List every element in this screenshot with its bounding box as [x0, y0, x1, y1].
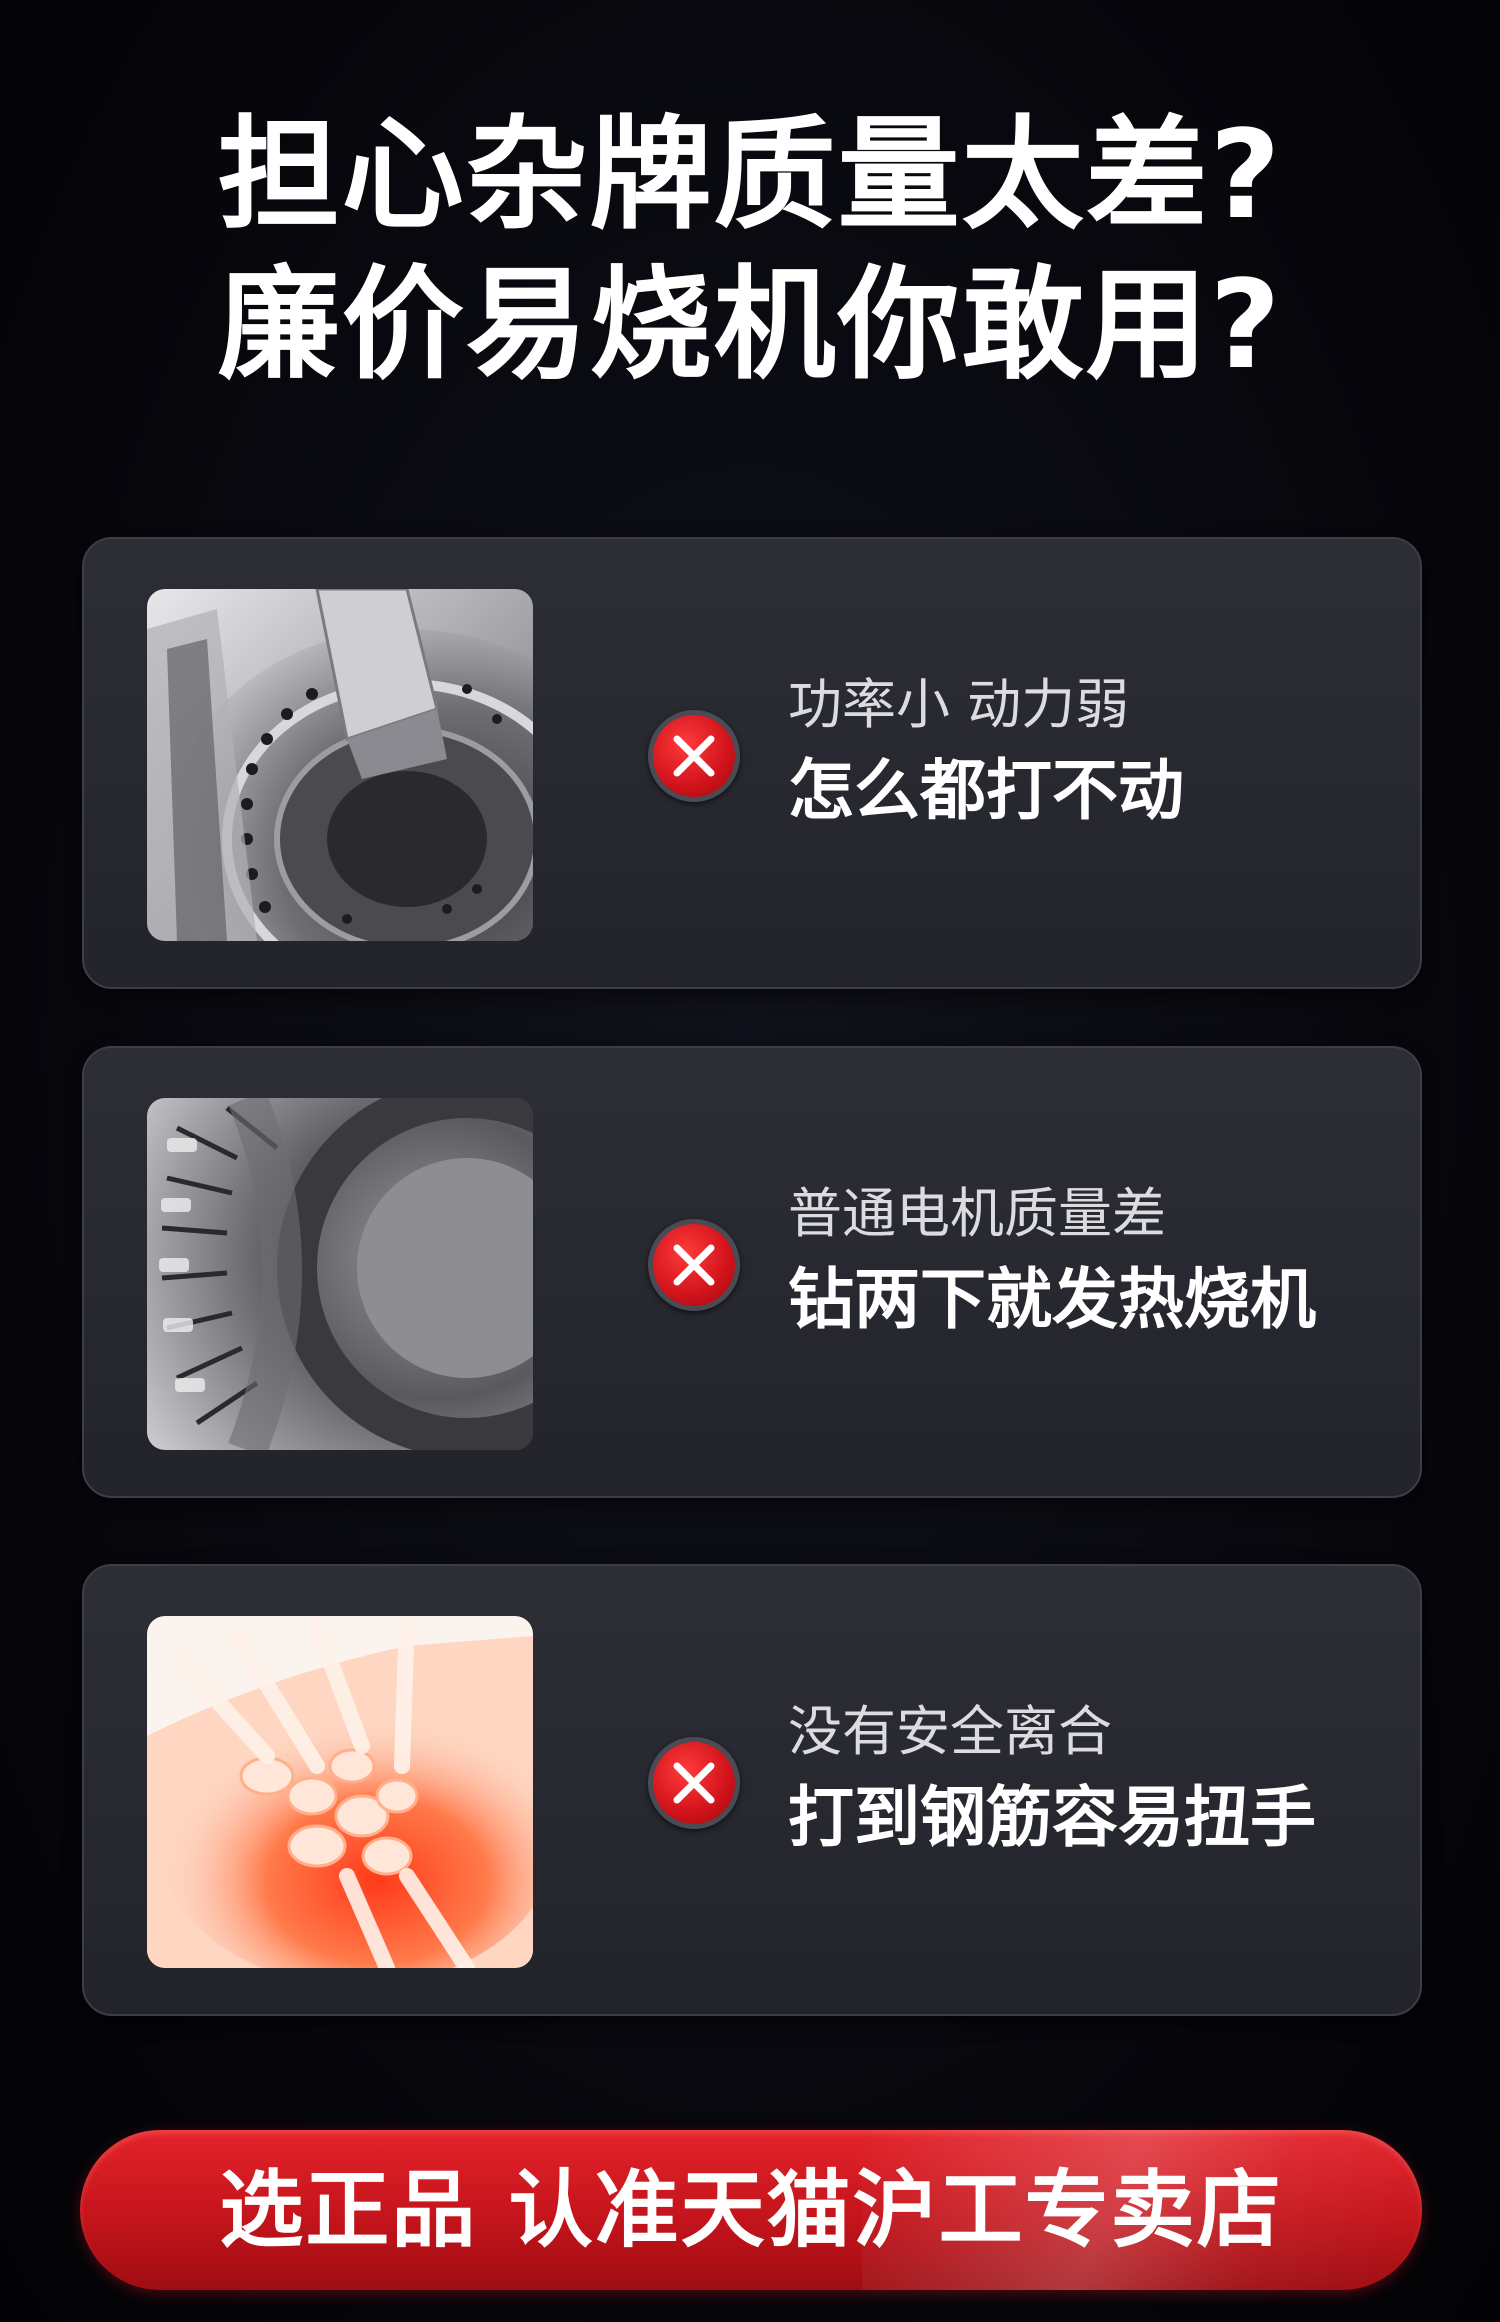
headline-line-1: 担心杂牌质量太差?: [217, 104, 1283, 246]
motor-coil-stator-photo: [147, 1098, 533, 1450]
problem-card-motor: 普通电机质量差 钻两下就发热烧机: [82, 1046, 1422, 1498]
card-text: 没有安全离合 打到钢筋容易扭手: [788, 1696, 1408, 1868]
cta-label: 选正品 认准天猫沪工专卖店: [219, 2161, 1283, 2259]
card-subtitle: 没有安全离合: [788, 1700, 1112, 1763]
card-subtitle: 普通电机质量差: [788, 1182, 1166, 1245]
problem-card-power: 功率小 动力弱 怎么都打不动: [82, 537, 1422, 989]
headline-line-2: 廉价易烧机你敢用?: [217, 254, 1283, 396]
card-text: 普通电机质量差 钻两下就发热烧机: [788, 1178, 1408, 1350]
card-title: 怎么都打不动: [788, 752, 1184, 829]
injured-wrist-xray-photo: [147, 1616, 533, 1968]
card-text: 功率小 动力弱 怎么都打不动: [788, 669, 1408, 841]
card-subtitle: 功率小 动力弱: [788, 673, 1130, 736]
red-x-icon: [648, 1737, 740, 1829]
card-title: 钻两下就发热烧机: [788, 1261, 1316, 1338]
red-x-icon: [648, 1219, 740, 1311]
genuine-store-cta-button[interactable]: 选正品 认准天猫沪工专卖店: [80, 2130, 1422, 2290]
problem-card-safety: 没有安全离合 打到钢筋容易扭手: [82, 1564, 1422, 2016]
page-headline: 担心杂牌质量太差? 廉价易烧机你敢用?: [0, 100, 1500, 400]
drill-gear-mechanism-photo: [147, 589, 533, 941]
red-x-icon: [648, 710, 740, 802]
card-title: 打到钢筋容易扭手: [788, 1779, 1316, 1856]
